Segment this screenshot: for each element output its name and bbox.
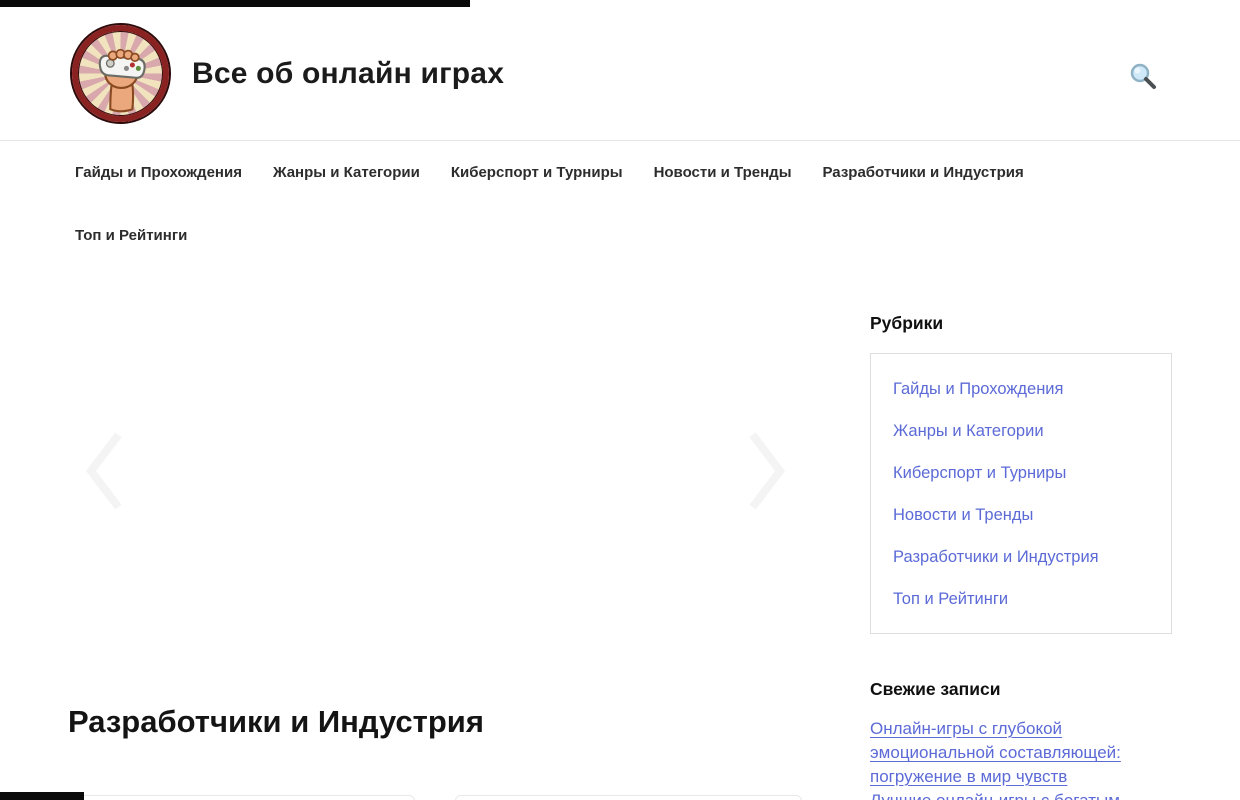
- categories-list: Гайды и ПрохожденияЖанры и КатегорииКибе…: [871, 369, 1171, 621]
- main-column: Разработчики и Индустрия: [68, 285, 803, 800]
- recent-posts-widget-title: Свежие записи: [870, 679, 1172, 700]
- post-cards-row: [68, 795, 803, 800]
- nav-item[interactable]: Топ и Рейтинги: [75, 204, 187, 267]
- page: Все об онлайн играх Гайды и ПрохожденияЖ…: [0, 0, 1240, 800]
- categories-widget-title: Рубрики: [870, 313, 1172, 334]
- category-item: Новости и Тренды: [871, 495, 1171, 537]
- fist-controller-icon: [78, 31, 163, 116]
- category-item: Разработчики и Индустрия: [871, 537, 1171, 579]
- post-card[interactable]: [68, 795, 415, 800]
- recent-posts-list: Онлайн-игры с глубокой эмоциональной сос…: [870, 717, 1172, 800]
- category-link[interactable]: Разработчики и Индустрия: [871, 537, 1171, 579]
- carousel-prev-icon[interactable]: [82, 431, 126, 511]
- content-area: Разработчики и Индустрия Рубрики Гайды и…: [0, 277, 1240, 800]
- nav-item[interactable]: Жанры и Категории: [273, 141, 420, 204]
- nav-item[interactable]: Киберспорт и Турниры: [451, 141, 623, 204]
- carousel-next-icon[interactable]: [745, 431, 789, 511]
- sidebar: Рубрики Гайды и ПрохожденияЖанры и Катег…: [870, 285, 1172, 800]
- category-link[interactable]: Жанры и Категории: [871, 411, 1171, 453]
- category-link[interactable]: Новости и Тренды: [871, 495, 1171, 537]
- top-edge-bar: [0, 0, 470, 7]
- nav-item[interactable]: Гайды и Прохождения: [75, 141, 242, 204]
- nav-item[interactable]: Новости и Тренды: [654, 141, 792, 204]
- site-header: Все об онлайн играх: [0, 7, 1240, 140]
- category-item: Киберспорт и Турниры: [871, 453, 1171, 495]
- category-item: Жанры и Категории: [871, 411, 1171, 453]
- category-item: Гайды и Прохождения: [871, 369, 1171, 411]
- bottom-edge-bar: [0, 792, 84, 800]
- post-carousel: [68, 285, 803, 657]
- site-title: Все об онлайн играх: [192, 57, 504, 91]
- category-link[interactable]: Топ и Рейтинги: [871, 579, 1171, 621]
- categories-box: Гайды и ПрохожденияЖанры и КатегорииКибе…: [870, 353, 1172, 634]
- category-link[interactable]: Гайды и Прохождения: [871, 369, 1171, 411]
- magnifier-glyph: [1128, 61, 1160, 93]
- recent-post-link[interactable]: Лучшие онлайн-игры с богатым: [870, 789, 1172, 800]
- nav-item[interactable]: Разработчики и Индустрия: [823, 141, 1024, 204]
- page-title: Разработчики и Индустрия: [68, 699, 803, 745]
- main-nav: Гайды и Прохождения Жанры и Категории Кибе…: [0, 141, 1165, 277]
- post-card[interactable]: [455, 795, 802, 800]
- recent-post-link[interactable]: Онлайн-игры с глубокой эмоциональной сос…: [870, 717, 1172, 789]
- site-logo-icon[interactable]: [72, 25, 169, 122]
- category-link[interactable]: Киберспорт и Турниры: [871, 453, 1171, 495]
- search-icon[interactable]: [1128, 61, 1160, 93]
- category-item: Топ и Рейтинги: [871, 579, 1171, 621]
